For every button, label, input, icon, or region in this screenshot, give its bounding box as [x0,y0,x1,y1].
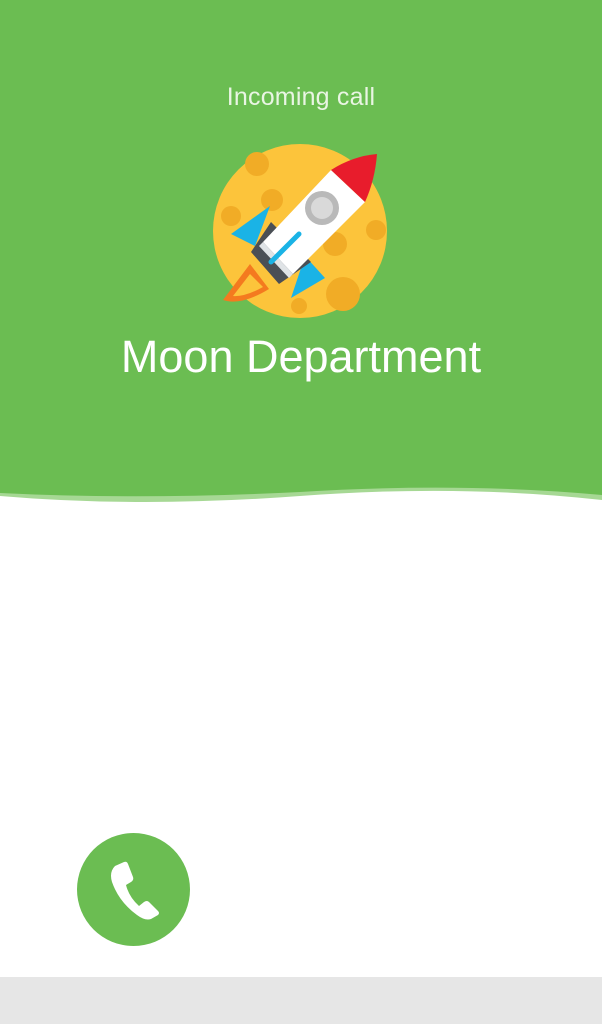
call-status-label: Incoming call [226,83,376,111]
bottom-bar [0,977,602,1024]
incoming-call-screen: Incoming call Moon Department [0,0,602,1024]
caller-avatar [213,144,389,320]
caller-name: Moon Department [120,331,482,382]
caller-header: Incoming call Moon Department [0,0,602,510]
answer-call-button[interactable] [77,833,190,946]
phone-icon [110,861,159,919]
rocket-moon-icon [213,144,387,318]
